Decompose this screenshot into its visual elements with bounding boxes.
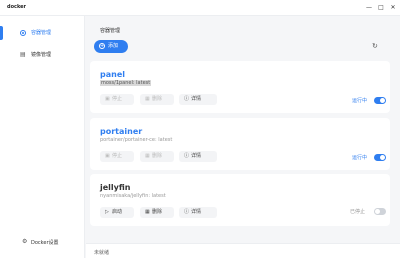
run-toggle[interactable] <box>374 208 386 215</box>
close-icon[interactable]: ✕ <box>389 3 397 12</box>
container-name[interactable]: panel <box>100 70 125 79</box>
plus-icon: + <box>99 43 105 49</box>
status-text: 已停止 <box>350 209 366 215</box>
run-toggle[interactable] <box>374 97 386 104</box>
status-bar: 未就绪 <box>86 243 400 258</box>
container-image: nyanmisaka/jellyfin: latest <box>100 193 166 199</box>
sidebar-item-label: 容器管理 <box>31 30 52 36</box>
add-button[interactable]: + 添加 <box>94 40 128 53</box>
detail-label: 详情 <box>191 153 202 159</box>
delete-button[interactable]: ▦ 删除 <box>140 94 174 105</box>
container-name[interactable]: jellyfin <box>100 183 131 192</box>
container-card: jellyfin nyanmisaka/jellyfin: latest ▷ 启… <box>90 174 390 226</box>
container-name[interactable]: portainer <box>100 127 142 136</box>
status-bar-text: 未就绪 <box>94 250 110 256</box>
delete-button[interactable]: ▦ 删除 <box>140 151 174 162</box>
container-image: portainer/portainer-ce: latest <box>100 137 173 143</box>
radio-icon <box>20 30 26 36</box>
status-text: 运行中 <box>352 155 368 161</box>
docker-settings-button[interactable]: ⚙ Docker设置 <box>0 235 85 249</box>
detail-button[interactable]: ⓘ 详情 <box>179 207 217 218</box>
detail-button[interactable]: ⓘ 详情 <box>179 151 217 162</box>
detail-button[interactable]: ⓘ 详情 <box>179 94 217 105</box>
minimize-icon[interactable]: — <box>365 3 373 12</box>
toggle-knob <box>380 98 385 103</box>
container-image: moss/1panel: latest <box>100 80 152 86</box>
toggle-knob <box>380 155 385 160</box>
container-card: portainer portainer/portainer-ce: latest… <box>90 118 390 170</box>
page-title: 容器管理 <box>100 28 121 34</box>
trash-icon: ▦ <box>145 209 150 215</box>
toggle-knob <box>375 209 380 214</box>
stop-icon: ▣ <box>105 153 110 159</box>
status-text: 运行中 <box>352 98 368 104</box>
trash-icon: ▦ <box>145 153 150 159</box>
refresh-icon[interactable]: ↻ <box>372 42 380 50</box>
play-icon: ▷ <box>105 209 109 215</box>
maximize-icon[interactable]: □ <box>377 3 385 12</box>
info-icon: ⓘ <box>184 96 190 102</box>
info-icon: ⓘ <box>184 153 190 159</box>
start-label: 启动 <box>112 209 123 215</box>
sidebar: 容器管理 ▤ 镜像管理 ⚙ Docker设置 <box>0 16 85 258</box>
sidebar-item-image[interactable]: ▤ 镜像管理 <box>0 46 85 64</box>
delete-label: 删除 <box>152 153 163 159</box>
main-content: 容器管理 + 添加 ↻ panel moss/1panel: latest ▣ … <box>86 16 400 258</box>
add-label: 添加 <box>108 43 119 49</box>
run-toggle[interactable] <box>374 154 386 161</box>
info-icon: ⓘ <box>184 209 190 215</box>
layers-icon: ▤ <box>20 51 26 58</box>
delete-label: 删除 <box>152 209 163 215</box>
start-button[interactable]: ▷ 启动 <box>100 207 134 218</box>
app-title: docker <box>7 4 27 10</box>
docker-settings-label: Docker设置 <box>31 240 59 246</box>
stop-button[interactable]: ▣ 停止 <box>100 94 134 105</box>
settings-icon: ⚙ <box>22 238 28 245</box>
stop-label: 停止 <box>112 153 123 159</box>
stop-button[interactable]: ▣ 停止 <box>100 151 134 162</box>
trash-icon: ▦ <box>145 96 150 102</box>
delete-label: 删除 <box>152 96 163 102</box>
sidebar-item-container[interactable]: 容器管理 <box>0 24 85 42</box>
sidebar-item-label: 镜像管理 <box>31 52 52 58</box>
stop-icon: ▣ <box>105 96 110 102</box>
detail-label: 详情 <box>191 209 202 215</box>
title-bar: docker — □ ✕ <box>0 0 400 16</box>
active-indicator <box>0 26 3 40</box>
delete-button[interactable]: ▦ 删除 <box>140 207 174 218</box>
container-card: panel moss/1panel: latest ▣ 停止 ▦ 删除 ⓘ 详情… <box>90 61 390 113</box>
stop-label: 停止 <box>112 96 123 102</box>
detail-label: 详情 <box>191 96 202 102</box>
